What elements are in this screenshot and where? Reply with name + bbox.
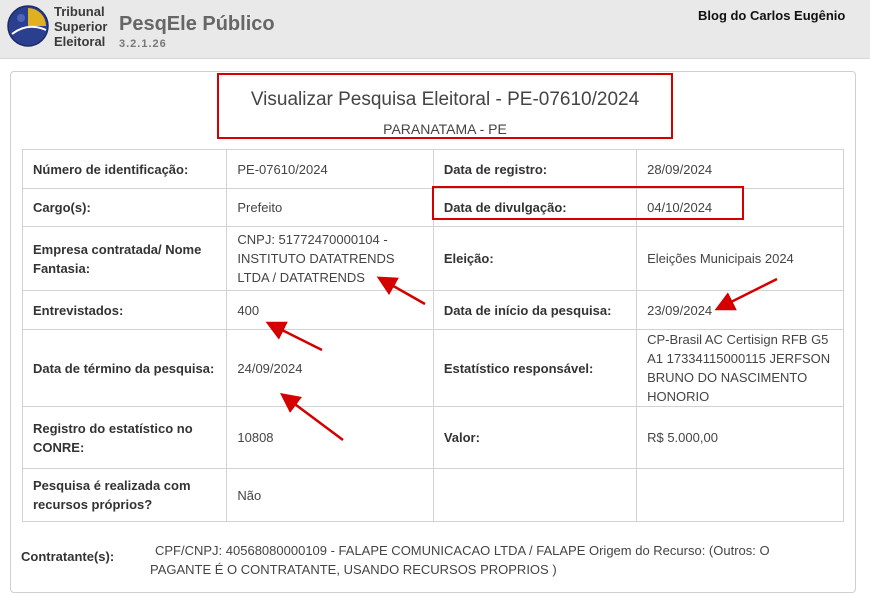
contractor-value: CPF/CNPJ: 40568080000109 - FALAPE COMUNI… bbox=[150, 543, 770, 577]
end-date-label: Data de término da pesquisa: bbox=[21, 329, 228, 407]
interviewees-label: Entrevistados: bbox=[21, 290, 228, 330]
app-version: 3.2.1.26 bbox=[119, 38, 167, 50]
own-resources-label: Pesquisa é realizada com recursos própri… bbox=[21, 468, 228, 522]
empty-cell bbox=[432, 468, 638, 522]
table-row: Data de término da pesquisa: 24/09/2024 … bbox=[21, 329, 844, 407]
contractor-label: Contratante(s): bbox=[21, 549, 115, 564]
title-highlight-box: Visualizar Pesquisa Eleitoral - PE-07610… bbox=[217, 73, 673, 139]
table-row: Empresa contratada/ Nome Fantasia: CNPJ:… bbox=[21, 226, 844, 291]
org-line-1: Tribunal bbox=[54, 4, 105, 19]
end-date-value: 24/09/2024 bbox=[226, 329, 434, 407]
org-line-3: Eleitoral bbox=[54, 34, 106, 49]
cargo-value: Prefeito bbox=[226, 188, 434, 227]
tse-emblem-icon bbox=[7, 5, 49, 47]
interviewees-value: 400 bbox=[226, 290, 434, 330]
table-row: Registro do estatístico no CONRE: 10808 … bbox=[21, 406, 844, 469]
company-label: Empresa contratada/ Nome Fantasia: bbox=[21, 226, 228, 291]
table-row: Cargo(s): Prefeito Data de divulgação: 0… bbox=[21, 188, 844, 227]
election-label: Eleição: bbox=[432, 226, 638, 291]
conre-label: Registro do estatístico no CONRE: bbox=[21, 406, 228, 469]
conre-value: 10808 bbox=[226, 406, 434, 469]
start-date-label: Data de início da pesquisa: bbox=[432, 290, 638, 330]
own-resources-value: Não bbox=[226, 468, 434, 522]
election-value: Eleições Municipais 2024 bbox=[636, 226, 844, 291]
value-label: Valor: bbox=[432, 406, 638, 469]
org-line-2: Superior bbox=[54, 19, 108, 34]
statistician-value: CP-Brasil AC Certisign RFB G5 A1 1733411… bbox=[636, 329, 844, 407]
registration-date-label: Data de registro: bbox=[432, 149, 638, 189]
start-date-value: 23/09/2024 bbox=[636, 290, 844, 330]
page-title: Visualizar Pesquisa Eleitoral - PE-07610… bbox=[250, 89, 640, 110]
blog-watermark: Blog do Carlos Eugênio bbox=[698, 8, 846, 23]
value-amount: R$ 5.000,00 bbox=[636, 406, 844, 469]
disclosure-date-value: 04/10/2024 bbox=[636, 188, 844, 227]
id-label: Número de identificação: bbox=[21, 149, 228, 189]
app-title[interactable]: PesqEle Público bbox=[119, 13, 275, 36]
empty-cell bbox=[636, 468, 844, 522]
company-value: CNPJ: 51772470000104 - INSTITUTO DATATRE… bbox=[226, 226, 434, 291]
table-row: Entrevistados: 400 Data de início da pes… bbox=[21, 290, 844, 330]
table-row: Pesquisa é realizada com recursos própri… bbox=[21, 468, 844, 522]
app-header: Tribunal Superior Eleitoral PesqEle Públ… bbox=[0, 0, 870, 59]
tse-logo-text: Tribunal Superior Eleitoral bbox=[54, 4, 107, 49]
table-row: Número de identificação: PE-07610/2024 D… bbox=[21, 149, 844, 189]
statistician-label: Estatístico responsável: bbox=[432, 329, 638, 407]
cargo-label: Cargo(s): bbox=[21, 188, 228, 227]
registration-date-value: 28/09/2024 bbox=[636, 149, 844, 189]
disclosure-date-label: Data de divulgação: bbox=[432, 188, 638, 227]
page-subtitle: PARANATAMA - PE bbox=[383, 121, 507, 137]
id-value: PE-07610/2024 bbox=[226, 149, 434, 189]
survey-details-table: Número de identificação: PE-07610/2024 D… bbox=[21, 149, 844, 522]
